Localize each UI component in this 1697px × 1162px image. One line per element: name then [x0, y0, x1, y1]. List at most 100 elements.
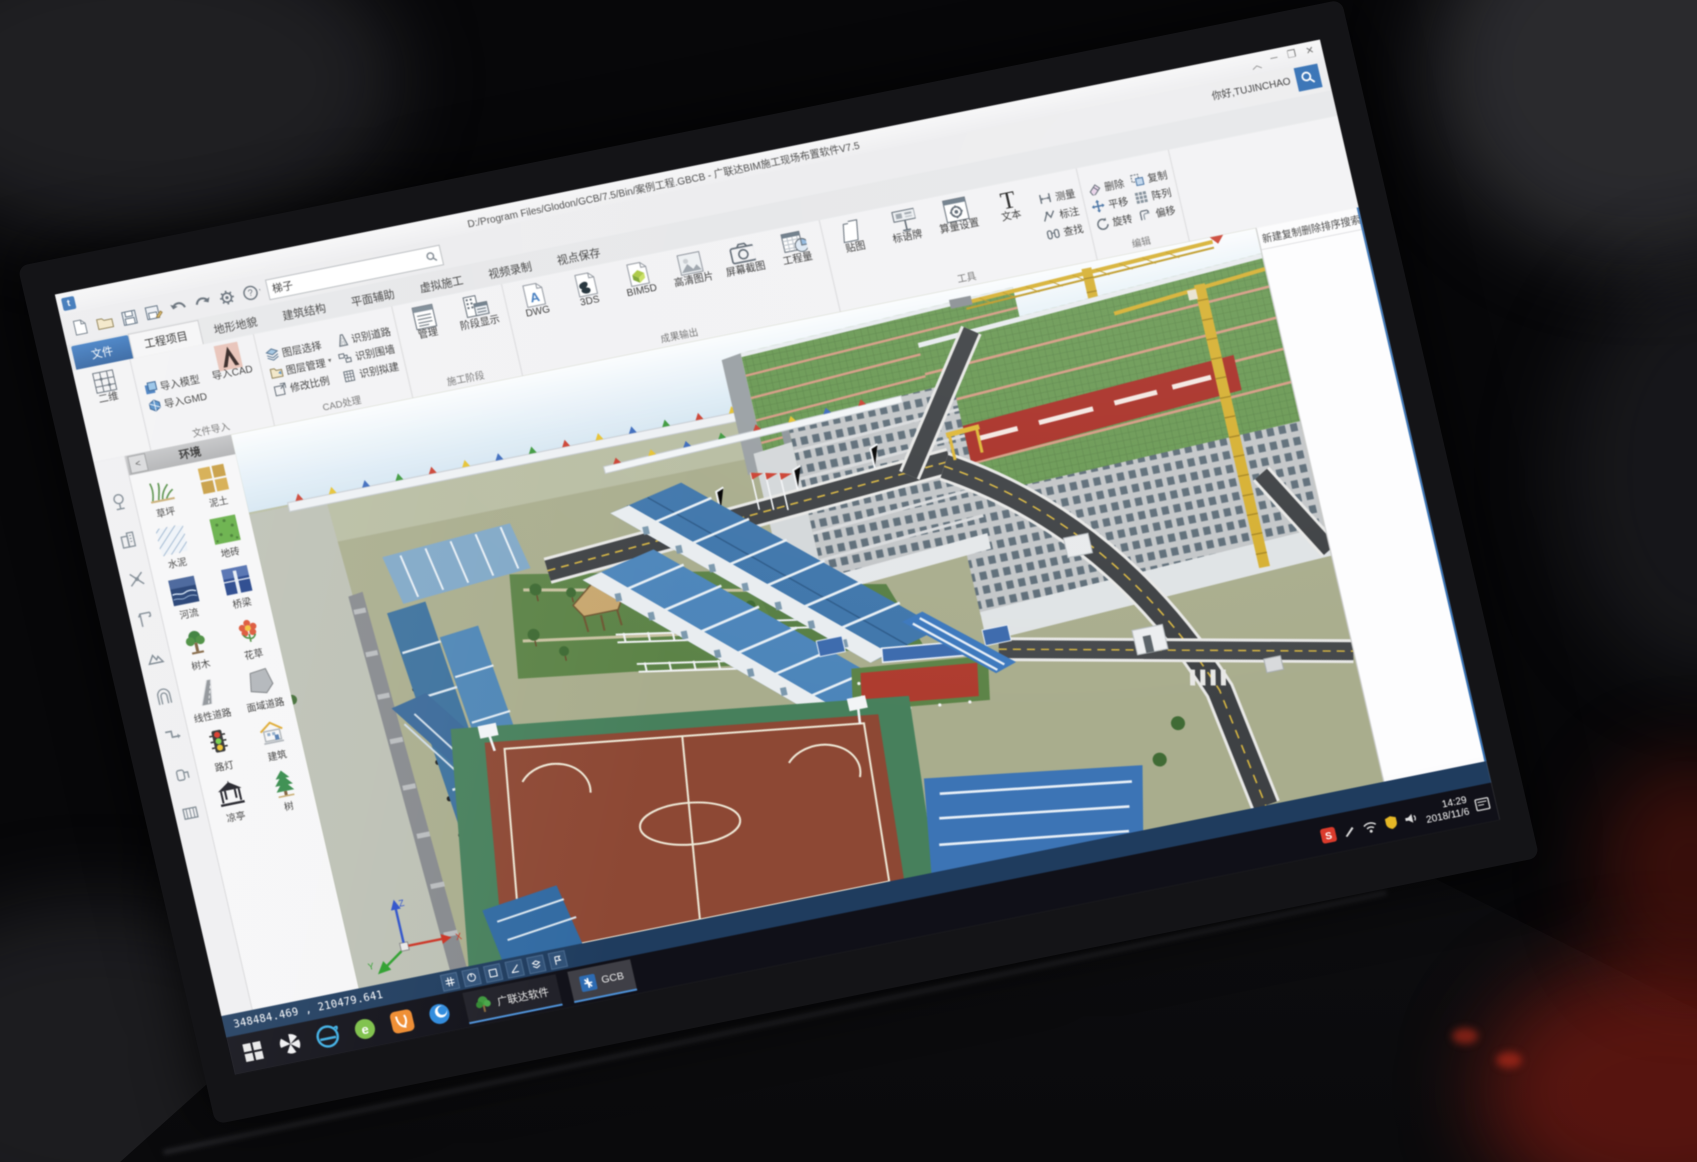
green-browser-icon[interactable]: e: [347, 1011, 383, 1046]
save-icon[interactable]: [118, 307, 140, 328]
env-item-pavilion[interactable]: 凉亭: [201, 775, 264, 829]
pavilion-icon: [214, 777, 248, 810]
site-shed[interactable]: [1063, 533, 1092, 557]
category-fence-icon[interactable]: [180, 803, 202, 824]
category-environment-icon[interactable]: [108, 491, 130, 512]
bridge-icon: [220, 564, 254, 597]
red-light: [1452, 1028, 1478, 1044]
category-pipe-icon[interactable]: [162, 725, 184, 746]
pinwheel-app-icon[interactable]: [272, 1026, 308, 1061]
category-gate-icon[interactable]: [153, 686, 175, 707]
layers-toggle-icon[interactable]: [526, 954, 546, 974]
action-center-icon[interactable]: [1474, 796, 1492, 812]
undo-icon[interactable]: [167, 297, 189, 318]
folder-manage-icon: [268, 363, 285, 379]
floor-tile-icon: [208, 513, 242, 546]
minimize-button[interactable]: ─: [1269, 52, 1279, 68]
env-item-building[interactable]: 建筑: [242, 713, 305, 767]
category-machinery-icon[interactable]: [126, 569, 148, 590]
soil-icon: [197, 463, 231, 496]
traffic-light-icon: [202, 727, 236, 760]
import-model-icon: [142, 379, 159, 395]
river-icon: [167, 575, 201, 608]
shield-icon[interactable]: [1383, 814, 1399, 830]
search-icon: [425, 250, 438, 263]
category-material-icon[interactable]: [171, 764, 193, 785]
env-item-pine[interactable]: 树: [254, 764, 317, 818]
layers-icon: [264, 346, 281, 362]
open-folder-icon[interactable]: [94, 312, 116, 333]
start-button[interactable]: [235, 1034, 271, 1069]
area-road-icon: [243, 665, 277, 698]
pen-tray-icon[interactable]: [1341, 823, 1357, 838]
road-icon: [333, 332, 350, 348]
search-icon: [1300, 69, 1317, 85]
env-item-flower[interactable]: 花草: [219, 612, 282, 666]
category-terrain-icon[interactable]: [144, 647, 166, 668]
redo-icon[interactable]: [192, 292, 214, 313]
glodon-tree-icon: [474, 994, 494, 1015]
photo-scene: t D:/Program Files/Glodon/GCB/7.5/Bin/案例…: [0, 0, 1697, 1162]
env-item-soil[interactable]: 泥土: [184, 460, 247, 514]
global-search-button[interactable]: [1294, 64, 1323, 92]
settings-gear-icon[interactable]: [216, 287, 238, 308]
snap-icon[interactable]: [483, 963, 503, 983]
grid-toggle-icon[interactable]: [440, 971, 460, 991]
env-item-river[interactable]: 河流: [154, 572, 217, 626]
taskbar-app-gcb[interactable]: GCB: [567, 959, 638, 1003]
ortho-icon[interactable]: [505, 958, 525, 978]
flower-icon: [232, 615, 266, 648]
search-items-button[interactable]: 搜索: [1339, 211, 1362, 230]
copy-icon: [1129, 171, 1146, 187]
svg-text:?: ?: [247, 288, 254, 299]
sogou-tray-icon[interactable]: S: [1320, 826, 1338, 844]
ribbon-collapse-button[interactable]: ︿: [1250, 55, 1263, 72]
pine-tree-icon: [267, 767, 301, 800]
env-item-linear-road[interactable]: 线性道路: [178, 673, 241, 727]
uc-browser-icon[interactable]: [384, 1004, 420, 1039]
close-button[interactable]: ✕: [1305, 45, 1317, 61]
ambient-light: [1430, 0, 1697, 260]
grass-icon: [144, 473, 178, 506]
taskbar-clock[interactable]: 14:29 2018/11/6: [1423, 795, 1471, 827]
offset-icon: [1137, 206, 1154, 222]
cement-icon: [155, 524, 189, 557]
house-icon: [255, 716, 289, 749]
porta-unit[interactable]: [1264, 656, 1284, 673]
move-cross-icon: [1090, 197, 1107, 213]
new-file-icon[interactable]: [69, 317, 91, 338]
quick-search-value: 梯子: [270, 277, 294, 296]
volume-icon[interactable]: [1403, 810, 1420, 825]
eraser-icon: [1086, 180, 1103, 196]
import-gmd-icon: [146, 397, 163, 413]
wifi-icon[interactable]: [1361, 818, 1380, 834]
flag-toggle-icon[interactable]: [548, 949, 568, 969]
env-item-cement[interactable]: 水泥: [143, 521, 206, 575]
save-as-icon[interactable]: [143, 302, 165, 323]
compass-icon[interactable]: [462, 967, 482, 987]
ambient-light: [1560, 260, 1697, 680]
env-item-bridge[interactable]: 桥梁: [207, 561, 270, 615]
ie-browser-icon[interactable]: [310, 1019, 346, 1054]
maximize-button[interactable]: ❐: [1286, 48, 1298, 64]
binoculars-icon: [1045, 225, 1062, 241]
category-building-icon[interactable]: [117, 530, 139, 551]
red-light: [1496, 1052, 1522, 1068]
env-item-area-road[interactable]: 面域道路: [231, 663, 294, 717]
env-item-street-lamp[interactable]: 路灯: [189, 724, 252, 778]
ribbon-group-edit: 删除 平移 旋转 复制 阵列 偏移 编辑: [1076, 150, 1189, 260]
tree-icon: [179, 625, 213, 658]
red-keyboard-glow: [1600, 760, 1697, 980]
gcb-logo-icon: [578, 974, 597, 993]
env-item-floor-tile[interactable]: 地砖: [195, 511, 258, 565]
scale-icon: [272, 381, 289, 397]
category-crane-icon[interactable]: [135, 608, 157, 629]
annotate-icon: [1041, 207, 1058, 223]
linear-road-icon: [190, 676, 224, 709]
measure-icon: [1037, 190, 1054, 206]
quark-browser-icon[interactable]: [421, 996, 457, 1031]
wall-icon: [337, 349, 354, 365]
help-icon[interactable]: ?: [241, 282, 263, 303]
env-item-grass[interactable]: 草坪: [131, 471, 194, 525]
env-item-tree[interactable]: 树木: [166, 623, 229, 677]
